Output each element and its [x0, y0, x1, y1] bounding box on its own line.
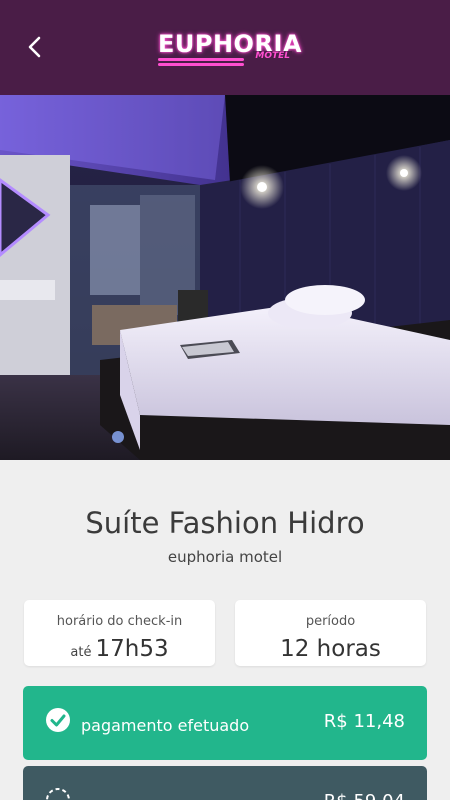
- logo-stripe: [158, 58, 244, 61]
- check-circle-icon: [46, 708, 70, 732]
- logo-subtext: MOTEL: [253, 51, 292, 61]
- chevron-left-icon: [28, 36, 41, 58]
- payment-label: pagamento efetuado: [81, 716, 250, 735]
- period-hours: 12 horas: [280, 636, 381, 662]
- payment-amount: R$ 11,48: [323, 711, 405, 732]
- period-label: período: [305, 614, 356, 629]
- motel-name: euphoria motel: [167, 548, 283, 566]
- payment-row-paid[interactable]: pagamento efetuado R$ 11,48: [23, 686, 427, 760]
- suite-name: Suíte Fashion Hidro: [85, 506, 365, 540]
- back-button[interactable]: [18, 30, 52, 64]
- logo-stripe: [158, 63, 244, 66]
- checkin-time: 17h53: [95, 636, 169, 662]
- checkin-prefix: até: [70, 645, 92, 660]
- period-value: 12 horas: [235, 636, 426, 662]
- suite-photo: [0, 95, 450, 460]
- suite-photo-image: [0, 95, 450, 460]
- brand-logo: EUPHORIA MOTEL: [150, 28, 301, 68]
- app-header: EUPHORIA MOTEL: [0, 0, 450, 95]
- payment-row-pending[interactable]: R$ 59,04: [23, 766, 427, 800]
- payment-amount: R$ 59,04: [324, 791, 405, 800]
- period-card: período 12 horas: [235, 600, 426, 666]
- checkin-value: até 17h53: [24, 636, 215, 662]
- checkin-card: horário do check-in até 17h53: [24, 600, 215, 666]
- pending-circle-icon: [46, 788, 70, 800]
- checkin-label: horário do check-in: [56, 614, 183, 629]
